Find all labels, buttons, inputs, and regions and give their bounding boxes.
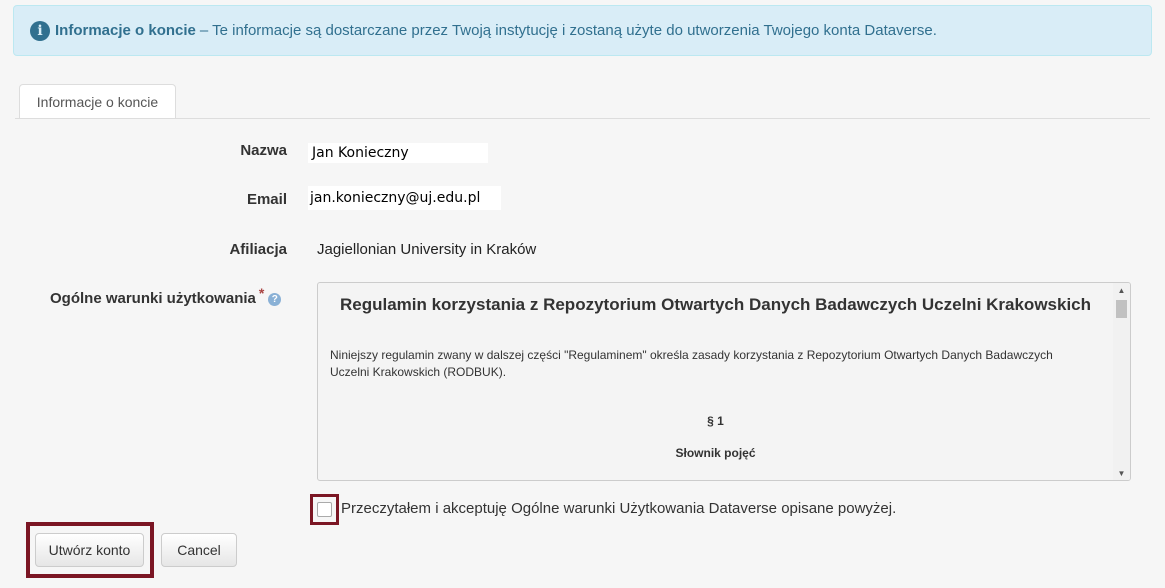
alert-text: – Te informacje są dostarczane przez Two… — [199, 22, 937, 39]
email-value: jan.konieczny@uj.edu.pl — [308, 186, 501, 210]
terms-scrollbar[interactable]: ▲ ▼ — [1113, 283, 1130, 480]
terms-section-number: § 1 — [707, 414, 724, 428]
affiliation-value: Jagiellonian University in Kraków — [317, 241, 537, 258]
cancel-button[interactable]: Cancel — [161, 533, 237, 567]
scroll-down-arrow-icon[interactable]: ▼ — [1113, 466, 1130, 480]
help-icon[interactable]: ? — [268, 293, 282, 306]
accept-terms-label[interactable]: Przeczytałem i akceptuję Ogólne warunki … — [341, 500, 896, 517]
scroll-thumb[interactable] — [1116, 300, 1127, 318]
name-value: Jan Konieczny — [308, 143, 488, 163]
accept-checkbox-highlight — [310, 494, 339, 525]
terms-label: Ogólne warunki użytkowania — [50, 290, 256, 307]
terms-paragraph: Niniejszy regulamin zwany w dalszej częś… — [330, 348, 1053, 379]
terms-scroll-box[interactable]: Regulamin korzystania z Repozytorium Otw… — [317, 282, 1131, 481]
alert-title: Informacje o koncie — [55, 22, 196, 39]
tab-account-info[interactable]: Informacje o koncie — [19, 84, 176, 119]
terms-section-title: Słownik pojęć — [675, 446, 756, 460]
email-label: Email — [246, 191, 287, 208]
affiliation-label: Afiliacja — [229, 241, 287, 258]
terms-label-group: Ogólne warunki użytkowania *? — [50, 285, 282, 307]
name-label: Nazwa — [240, 142, 287, 159]
create-account-button[interactable]: Utwórz konto — [35, 533, 144, 567]
required-asterisk: * — [258, 285, 265, 301]
accept-terms-checkbox[interactable] — [317, 502, 332, 517]
terms-title: Regulamin korzystania z Repozytorium Otw… — [339, 295, 1092, 314]
info-circle-icon: i — [30, 20, 50, 41]
tabs-divider — [15, 118, 1150, 119]
account-info-alert: i Informacje o koncie – Te informacje są… — [13, 5, 1152, 56]
scroll-up-arrow-icon[interactable]: ▲ — [1113, 283, 1130, 297]
